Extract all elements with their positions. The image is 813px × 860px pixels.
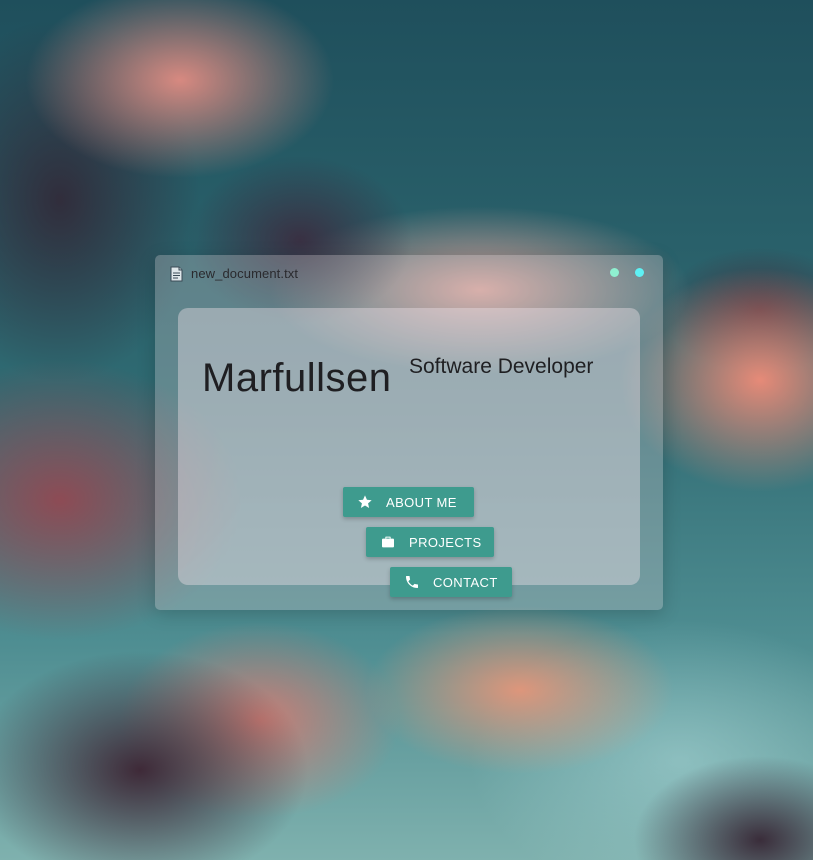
contact-label: CONTACT — [433, 574, 498, 590]
phone-icon — [404, 574, 420, 590]
contact-button[interactable]: CONTACT — [390, 567, 512, 597]
projects-label: PROJECTS — [409, 534, 482, 550]
document-icon — [169, 266, 183, 282]
star-icon — [357, 494, 373, 510]
profile-name: Marfullsen — [202, 356, 392, 400]
maximize-dot[interactable] — [635, 268, 644, 277]
window-titlebar[interactable]: new_document.txt — [155, 255, 663, 293]
projects-button[interactable]: PROJECTS — [366, 527, 494, 557]
about-me-label: ABOUT ME — [386, 494, 457, 510]
profile-card: Marfullsen Software Developer ABOUT ME P… — [178, 308, 640, 597]
window-title: new_document.txt — [191, 266, 299, 281]
minimize-dot[interactable] — [610, 268, 619, 277]
briefcase-icon — [380, 534, 396, 550]
about-me-button[interactable]: ABOUT ME — [343, 487, 474, 517]
profile-role: Software Developer — [409, 355, 594, 378]
document-window: new_document.txt Marfullsen Software Dev… — [155, 255, 663, 610]
